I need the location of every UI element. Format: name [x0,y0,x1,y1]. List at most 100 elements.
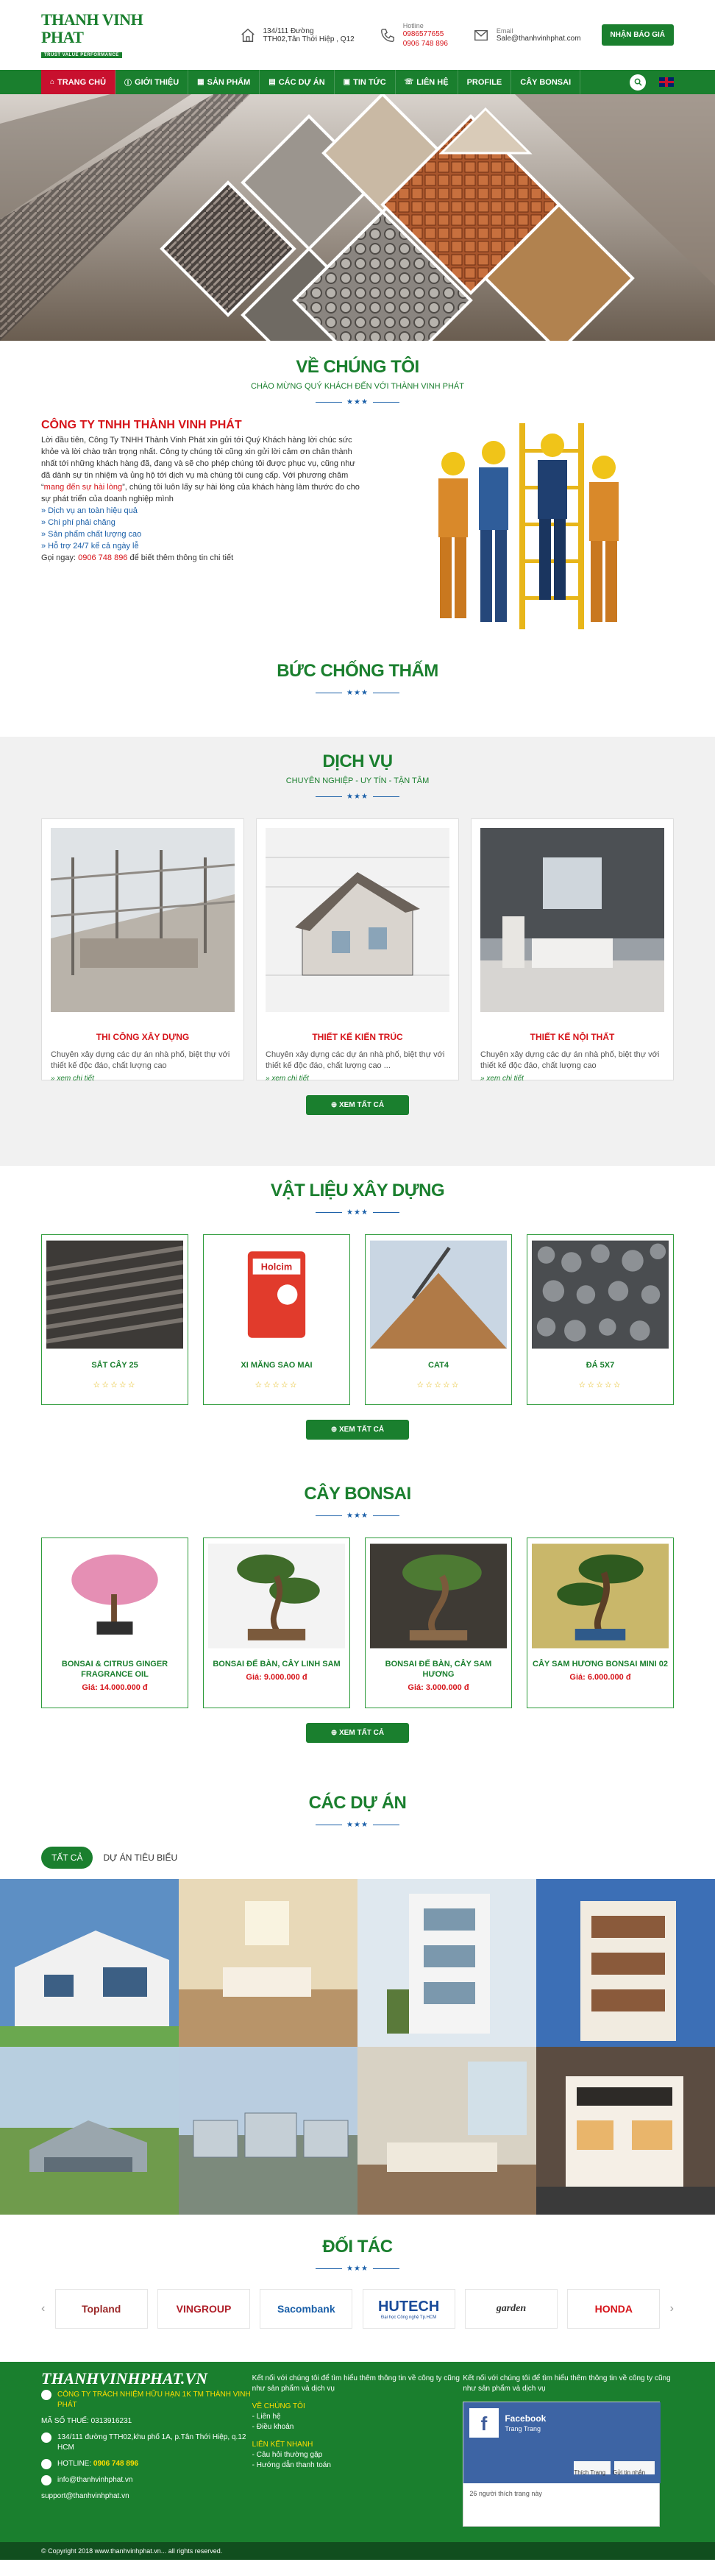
partner-logo[interactable]: HUTECH Đại học Công nghệ Tp.HCM [362,2289,455,2329]
service-card[interactable]: THI CÔNG XÂY DỰNG Chuyên xây dựng các dự… [41,818,244,1083]
footer-email-2[interactable]: support@thanhvinhphat.vn [41,2491,129,2502]
interior-image [480,828,664,1012]
bonsai-name[interactable]: BONSAI ĐẾ BÀN, CÂY SAM HƯƠNG [370,1659,507,1680]
english-flag-icon[interactable] [659,77,674,87]
site-logo[interactable]: THANH VINH PHAT TRUST VALUE PERFORMANCE [41,10,188,60]
project-image[interactable] [536,1879,715,2047]
footer-col3-intro: Kết nối với chúng tôi để tìm hiểu thêm t… [463,2374,671,2393]
logo-title: THANH VINH PHAT [41,10,143,46]
product-name[interactable]: XI MĂNG SAO MAI [208,1361,345,1370]
fb-message-button[interactable]: Gửi tin nhắn [613,2468,645,2478]
services-view-all-button[interactable]: ⊕ XEM TẤT CẢ [306,1095,409,1115]
partner-logo[interactable]: VINGROUP [157,2289,250,2329]
service-more-link[interactable]: » xem chi tiết [480,1075,664,1083]
call-phone[interactable]: 0906 748 896 [78,553,127,562]
bonsai-price: Giá: 6.000.000 đ [569,1673,631,1682]
news-icon: ▣ [343,78,351,86]
home-icon: ⌂ [50,78,55,86]
bonsai-card[interactable]: BONSAI ĐẾ BÀN, CÂY LINH SAM Giá: 9.000.0… [203,1538,350,1708]
nav-projects[interactable]: ▤ CÁC DỰ ÁN [260,70,335,94]
partner-logo[interactable]: Topland [54,2289,148,2329]
bonsai-name[interactable]: CÂY SAM HƯƠNG BONSAI MINI 02 [532,1659,669,1669]
partner-logo[interactable]: HONDA [567,2289,661,2329]
project-image[interactable] [179,1879,358,2047]
chevron-right-icon[interactable]: › [670,2302,674,2315]
product-card[interactable]: CAT4 ☆☆☆☆☆ [365,1234,512,1405]
email-address[interactable]: Sale@thanhvinhphat.com [497,35,581,43]
footer-company: CÔNG TY TRÁCH NHIỆM HỮU HẠN 1K TM THÀNH … [57,2391,251,2409]
building-icon: ▤ [268,78,276,86]
bonsai-card[interactable]: BONSAI & CITRUS GINGER FRAGRANCE OIL Giá… [41,1538,188,1708]
search-icon [634,78,642,86]
nav-home[interactable]: ⌂ TRANG CHỦ [41,70,116,94]
title-divider: ★★★ [41,2265,674,2273]
project-image[interactable] [0,2047,179,2215]
service-more-link[interactable]: » xem chi tiết [51,1075,235,1083]
nav-profile[interactable]: PROFILE [458,70,512,94]
hotline-number-1[interactable]: 0986577655 [403,29,448,39]
service-more-link[interactable]: » xem chi tiết [266,1075,449,1083]
project-image[interactable] [358,2047,536,2215]
phone-icon: ☏ [404,78,414,86]
service-card[interactable]: THIẾT KẾ KIẾN TRÚC Chuyên xây dựng các d… [256,818,459,1083]
service-title[interactable]: THIẾT KẾ KIẾN TRÚC [266,1032,449,1042]
nav-contact[interactable]: ☏ LIÊN HỆ [396,70,458,94]
fb-like-button[interactable]: Thích Trang [574,2468,605,2478]
footer-email-1[interactable]: info@thanhvinhphat.vn [57,2475,132,2485]
partner-logo[interactable]: garden [464,2289,558,2329]
bonsai-name[interactable]: BONSAI ĐẾ BÀN, CÂY LINH SAM [208,1659,345,1669]
product-card[interactable]: SẮT CÂY 25 ☆☆☆☆☆ [41,1234,188,1405]
footer-link[interactable]: - Điều khoản [252,2422,463,2432]
product-name[interactable]: SẮT CÂY 25 [46,1361,183,1370]
product-name[interactable]: ĐÁ 5X7 [532,1361,669,1370]
phone-icon [380,28,394,42]
nav-bonsai[interactable]: CÂY BONSAI [511,70,581,94]
copyright-text: © Copyright 2018 www.thanhvinhphat.vn...… [41,2547,223,2555]
bonsai-title: CÂY BONSAI [304,1484,411,1504]
tab-featured-projects[interactable]: DỰ ÁN TIÊU BIỂU [93,1847,188,1869]
nav-news[interactable]: ▣ TIN TỨC [335,70,396,94]
product-card[interactable]: ĐÁ 5X7 ☆☆☆☆☆ [527,1234,674,1405]
tab-all-projects[interactable]: TẤT CẢ [41,1847,93,1869]
footer-link[interactable]: - Liên hệ [252,2412,463,2422]
bonsai-card[interactable]: BONSAI ĐẾ BÀN, CÂY SAM HƯƠNG Giá: 3.000.… [365,1538,512,1708]
service-title[interactable]: THIẾT KẾ NỘI THẤT [480,1032,664,1042]
title-divider: ★★★ [41,398,674,406]
chevron-left-icon[interactable]: ‹ [41,2302,45,2315]
title-divider: ★★★ [41,1512,674,1520]
location-icon [41,2432,51,2443]
footer-hotline[interactable]: 0906 748 896 [93,2460,138,2468]
hotline-number-2[interactable]: 0906 748 896 [403,39,448,49]
nav-about[interactable]: ⓘ GIỚI THIỆU [115,70,189,94]
email-label: Email [496,27,513,35]
bonsai-view-all-button[interactable]: ⊕ XEM TẤT CẢ [306,1723,409,1743]
bonsai-name[interactable]: BONSAI & CITRUS GINGER FRAGRANCE OIL [46,1659,183,1680]
service-desc: Chuyên xây dựng các dự án nhà phố, biệt … [480,1050,660,1070]
svg-text:f: f [481,2413,488,2435]
footer-link[interactable]: - Hướng dẫn thanh toán [252,2460,463,2471]
project-image[interactable] [358,1879,536,2047]
bonsai-card[interactable]: CÂY SAM HƯƠNG BONSAI MINI 02 Giá: 6.000.… [527,1538,674,1708]
nav-products[interactable]: ▦ SẢN PHẨM [188,70,260,94]
partners-title: ĐỐI TÁC [322,2237,393,2257]
stars-icon: ★★★ [346,1821,369,1829]
nav-label: CÁC DỰ ÁN [278,77,325,87]
materials-view-all-button[interactable]: ⊕ XEM TẤT CẢ [306,1420,409,1440]
product-name[interactable]: CAT4 [370,1361,507,1370]
project-image[interactable] [179,2047,358,2215]
project-image[interactable] [0,1879,179,2047]
facebook-page-name: Trang Trang [505,2425,541,2432]
hotline-label: Hotline [402,21,424,29]
partner-logo[interactable]: Sacombank [260,2289,353,2329]
mail-icon [474,29,488,40]
get-quote-button[interactable]: NHẬN BÁO GIÁ [601,24,674,46]
footer-link[interactable]: - Câu hỏi thường gặp [252,2450,463,2460]
bonsai-image [208,1543,345,1649]
facebook-widget[interactable]: f Facebook Trang Trang Thích Trang Gửi ti… [463,2402,661,2527]
service-card[interactable]: THIẾT KẾ NỘI THẤT Chuyên xây dựng các dự… [471,818,674,1083]
product-card[interactable]: Holcim XI MĂNG SAO MAI ☆☆☆☆☆ [203,1234,350,1405]
projects-section: CÁC DỰ ÁN ★★★ TẤT CẢ DỰ ÁN TIÊU BIỂU [0,1778,715,2215]
search-button[interactable] [630,74,646,91]
project-image[interactable] [536,2047,715,2215]
service-title[interactable]: THI CÔNG XÂY DỰNG [51,1032,235,1042]
